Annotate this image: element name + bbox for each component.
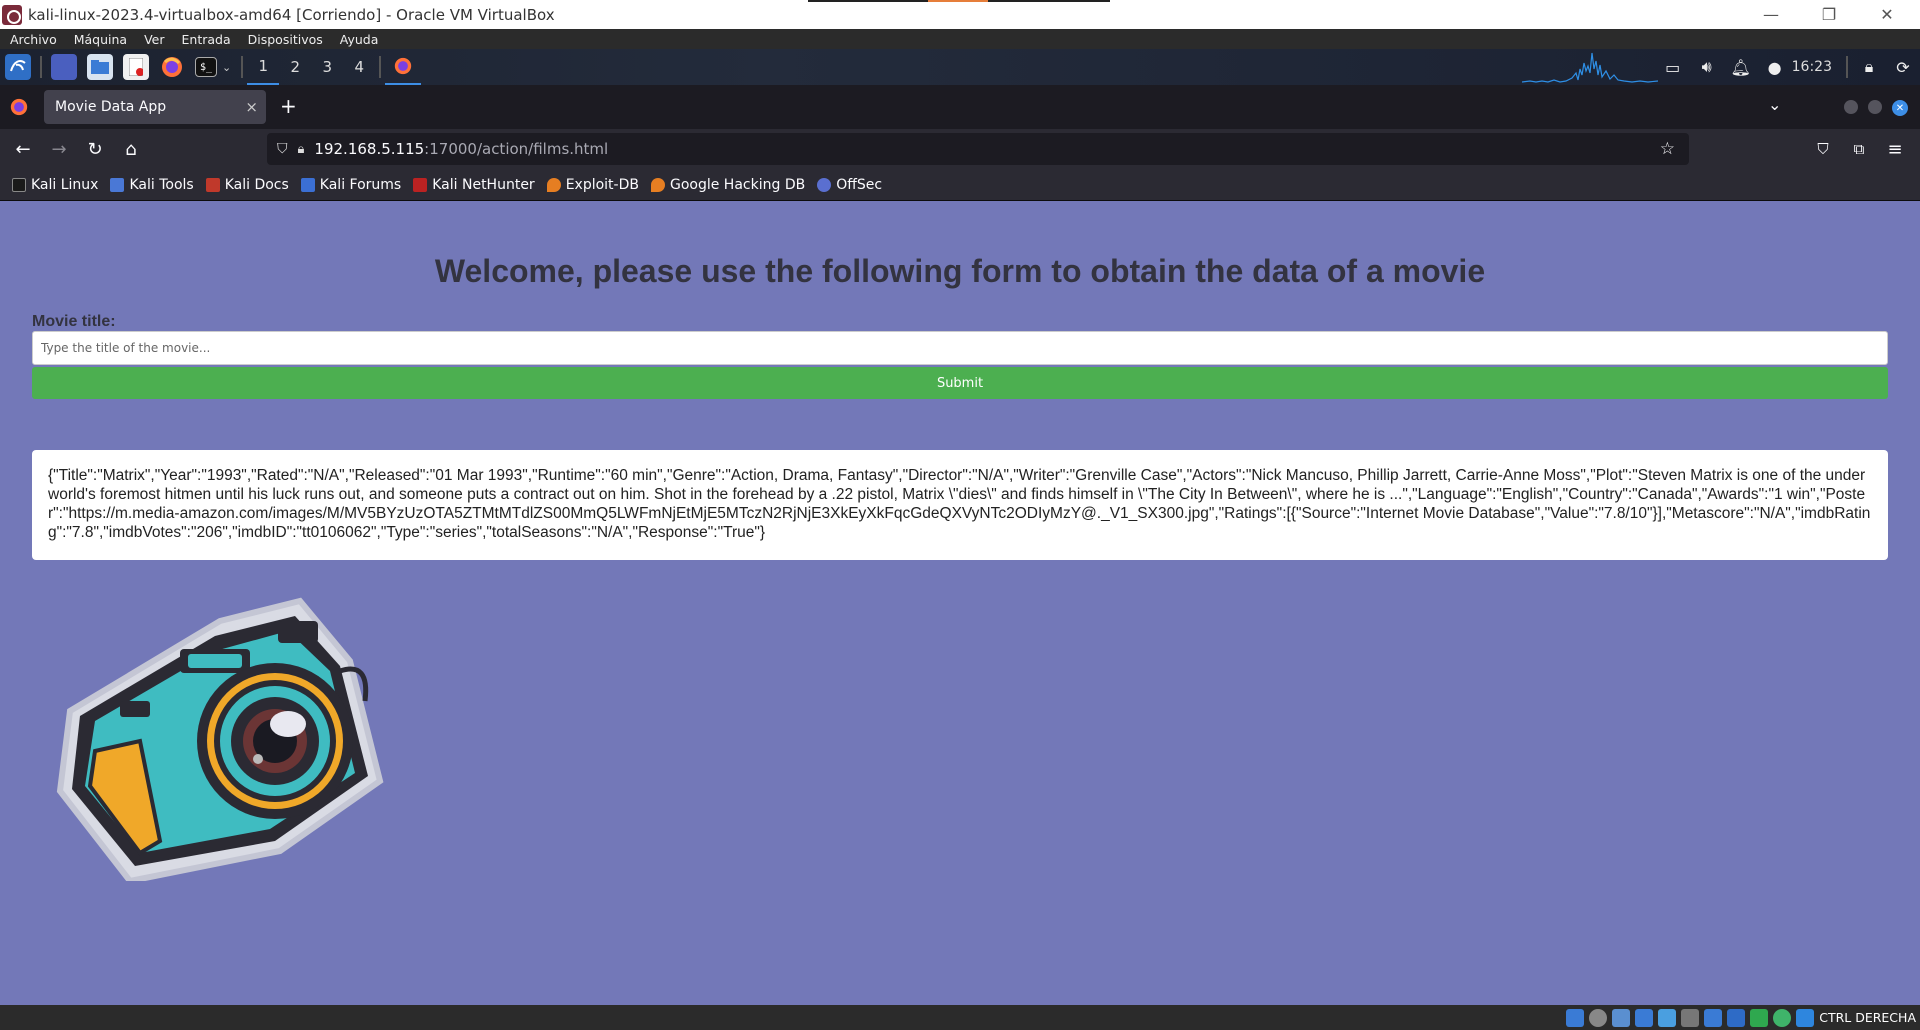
movie-title-label: Movie title:	[32, 313, 116, 330]
window-maximize-dot[interactable]	[1868, 100, 1882, 114]
firefox-window-button[interactable]	[385, 49, 422, 85]
display-status-icon[interactable]	[1704, 1008, 1723, 1027]
nethunter-icon	[413, 177, 428, 192]
bookmark-kali-forums[interactable]: Kali Forums	[300, 177, 401, 193]
firefox-launcher-icon[interactable]	[159, 54, 185, 80]
browser-nav-bar: ← → ↻ ⌂ ⛉ 🔒︎ 192.168.5.115:17000/action/…	[0, 129, 1920, 169]
terminal-icon[interactable]: $_	[195, 57, 217, 77]
recording-icon[interactable]	[1727, 1008, 1746, 1027]
host-key-label: CTRL DERECHA	[1819, 1010, 1916, 1025]
extensions-icon[interactable]: ⧉	[1844, 134, 1874, 164]
file-manager-icon[interactable]	[87, 54, 113, 80]
firefox-view-icon[interactable]	[10, 98, 28, 120]
bookmark-kali-tools[interactable]: Kali Tools	[110, 177, 194, 193]
window-title: kali-linux-2023.4-virtualbox-amd64 [Corr…	[28, 5, 555, 24]
menu-ver[interactable]: Ver	[144, 32, 164, 47]
bookmark-exploit-db[interactable]: Exploit-DB	[546, 177, 639, 193]
menu-archivo[interactable]: Archivo	[10, 32, 57, 47]
desktop-panel: $_ ⌄ 1 2 3 4 ▭ 🔊︎ 🔔︎ ● 16:23 🔒︎ ⟳	[0, 49, 1920, 85]
page-heading: Welcome, please use the following form t…	[434, 253, 1486, 289]
vbox-title-bar: kali-linux-2023.4-virtualbox-amd64 [Corr…	[0, 0, 1920, 29]
audio-icon[interactable]	[1612, 1008, 1631, 1027]
url-bar[interactable]: ⛉ 🔒︎ 192.168.5.115:17000/action/films.ht…	[267, 133, 1689, 165]
vbox-status-bar: CTRL DERECHA	[0, 1005, 1920, 1030]
menu-ayuda[interactable]: Ayuda	[340, 32, 379, 47]
usb-icon[interactable]	[1658, 1008, 1677, 1027]
menu-entrada[interactable]: Entrada	[182, 32, 231, 47]
list-tabs-chevron-icon[interactable]: ⌄	[1768, 95, 1781, 114]
home-icon[interactable]: ⌂	[116, 134, 146, 164]
text-editor-icon[interactable]	[123, 54, 149, 80]
shared-folders-icon[interactable]	[1681, 1008, 1700, 1027]
minimize-button[interactable]: —	[1744, 0, 1798, 29]
close-window-button[interactable]: ✕	[1860, 0, 1914, 29]
movie-result-box: {"Title":"Matrix","Year":"1993","Rated":…	[32, 450, 1888, 560]
submit-button[interactable]: Submit	[32, 367, 1888, 399]
keyboard-capture-icon[interactable]	[1796, 1008, 1815, 1027]
menu-dispositivos[interactable]: Dispositivos	[248, 32, 323, 47]
bookmarks-toolbar: Kali Linux Kali Tools Kali Docs Kali For…	[0, 169, 1920, 201]
kali-docs-icon	[205, 177, 220, 192]
reload-icon[interactable]: ↻	[80, 134, 110, 164]
optical-drive-icon[interactable]	[1589, 1008, 1608, 1027]
bookmark-google-hacking-db[interactable]: Google Hacking DB	[650, 177, 805, 193]
mouse-integration-icon[interactable]	[1773, 1008, 1792, 1027]
offsec-icon	[817, 177, 832, 192]
new-tab-button[interactable]: +	[280, 94, 297, 118]
workspace-4[interactable]: 4	[343, 49, 375, 85]
bookmark-kali-docs[interactable]: Kali Docs	[205, 177, 289, 193]
restore-button[interactable]: ❐	[1802, 0, 1856, 29]
kali-forums-icon	[300, 177, 315, 192]
kali-menu-icon[interactable]	[5, 54, 31, 80]
bookmark-star-icon[interactable]: ☆	[1660, 139, 1675, 159]
network-monitor-graph	[1522, 52, 1658, 83]
logout-icon[interactable]: ⟳	[1886, 58, 1920, 77]
back-arrow-icon[interactable]: ←	[8, 134, 38, 164]
bookmark-kali-nethunter[interactable]: Kali NetHunter	[413, 177, 535, 193]
notification-bell-icon[interactable]: 🔔︎	[1724, 58, 1758, 77]
volume-icon[interactable]: 🔊︎	[1690, 57, 1724, 77]
show-desktop-icon[interactable]	[51, 54, 77, 80]
panel-clock[interactable]: 16:23	[1792, 59, 1832, 75]
lock-screen-icon[interactable]: 🔒︎	[1852, 57, 1886, 77]
menu-maquina[interactable]: Máquina	[74, 32, 127, 47]
tab-title: Movie Data App	[55, 99, 167, 115]
workspace-2[interactable]: 2	[279, 49, 311, 85]
bookmark-offsec[interactable]: OffSec	[817, 177, 882, 193]
hamburger-menu-icon[interactable]: ≡	[1880, 134, 1910, 164]
movie-title-input[interactable]	[32, 331, 1888, 365]
display-icon[interactable]: ▭	[1656, 58, 1690, 77]
window-minimize-dot[interactable]	[1844, 100, 1858, 114]
lock-icon[interactable]: 🔒︎	[298, 142, 305, 157]
vbox-menu-bar: Archivo Máquina Ver Entrada Dispositivos…	[0, 29, 1920, 49]
network-icon[interactable]	[1635, 1008, 1654, 1027]
tab-close-icon[interactable]: ×	[245, 98, 258, 116]
kali-tools-icon	[110, 177, 125, 192]
title-progress-indicator	[808, 0, 1110, 2]
workspace-1[interactable]: 1	[247, 49, 280, 85]
bookmark-kali-linux[interactable]: Kali Linux	[12, 177, 98, 193]
pocket-icon[interactable]: ⛉	[1808, 134, 1838, 164]
virtualbox-icon	[2, 4, 22, 25]
power-status-icon[interactable]: ●	[1758, 58, 1792, 77]
url-host: 192.168.5.115	[314, 140, 425, 158]
shield-icon[interactable]: ⛉	[277, 141, 288, 157]
page-content: Welcome, please use the following form t…	[0, 201, 1920, 1005]
forward-arrow-icon[interactable]: →	[44, 134, 74, 164]
hard-disk-icon[interactable]	[1566, 1008, 1585, 1027]
exploit-db-icon	[546, 177, 561, 192]
tab-movie-data-app[interactable]: Movie Data App ×	[44, 90, 266, 124]
ghdb-icon	[650, 177, 665, 192]
cpu-activity-icon[interactable]	[1750, 1008, 1769, 1027]
chevron-down-icon[interactable]: ⌄	[222, 61, 231, 74]
browser-tab-bar: Movie Data App × + ⌄ ✕	[0, 85, 1920, 129]
workspace-3[interactable]: 3	[311, 49, 343, 85]
window-close-dot[interactable]: ✕	[1892, 100, 1908, 116]
kali-dragon-icon	[12, 177, 26, 192]
system-tray: ▭ 🔊︎ 🔔︎ ● 16:23 🔒︎ ⟳	[1656, 49, 1920, 85]
url-path: :17000/action/films.html	[424, 140, 609, 158]
camera-illustration	[56, 597, 384, 881]
